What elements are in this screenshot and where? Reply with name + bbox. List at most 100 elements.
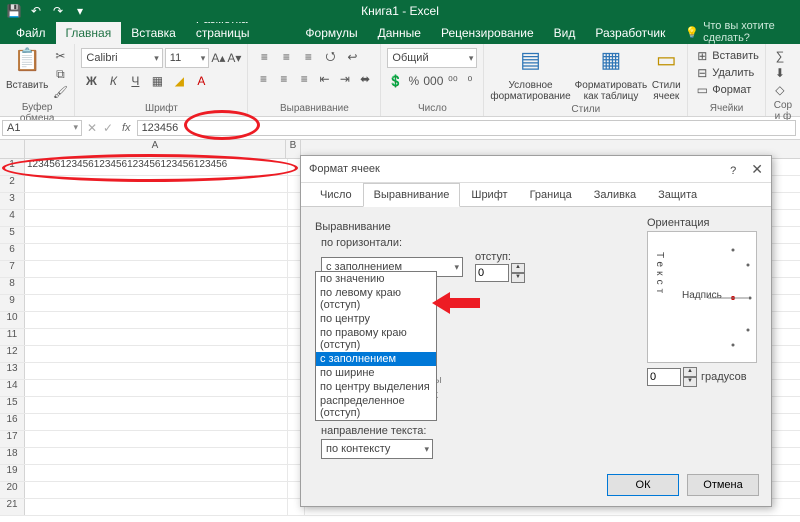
currency-icon[interactable]: 💲 bbox=[387, 72, 404, 90]
spin-down-icon[interactable]: ▼ bbox=[683, 377, 697, 387]
italic-icon[interactable]: К bbox=[103, 72, 123, 90]
dlg-tab-fill[interactable]: Заливка bbox=[583, 183, 647, 207]
row-header[interactable]: 7 bbox=[0, 261, 25, 277]
align-right-icon[interactable]: ≡ bbox=[295, 70, 313, 88]
row-header[interactable]: 18 bbox=[0, 448, 25, 464]
col-header[interactable]: B bbox=[286, 140, 301, 158]
option-center-sel[interactable]: по центру выделения bbox=[316, 380, 436, 394]
cell[interactable] bbox=[25, 448, 288, 464]
cell[interactable] bbox=[25, 414, 288, 430]
degrees-input[interactable] bbox=[647, 368, 681, 386]
col-header[interactable]: A bbox=[25, 140, 286, 158]
cell[interactable] bbox=[25, 210, 288, 226]
option-right[interactable]: по правому краю (отступ) bbox=[316, 326, 436, 352]
font-size-combo[interactable]: 11 bbox=[165, 48, 210, 68]
option-left[interactable]: по левому краю (отступ) bbox=[316, 286, 436, 312]
redo-icon[interactable]: ↷ bbox=[50, 3, 66, 19]
row-header[interactable]: 17 bbox=[0, 431, 25, 447]
indent-spinner[interactable]: ▲▼ bbox=[475, 263, 525, 283]
cell[interactable] bbox=[25, 261, 288, 277]
close-icon[interactable]: ✕ bbox=[751, 161, 763, 177]
percent-icon[interactable]: % bbox=[406, 72, 421, 90]
dlg-tab-protect[interactable]: Защита bbox=[647, 183, 708, 207]
row-header[interactable]: 19 bbox=[0, 465, 25, 481]
cell[interactable] bbox=[25, 363, 288, 379]
row-header[interactable]: 20 bbox=[0, 482, 25, 498]
align-center-icon[interactable]: ≡ bbox=[275, 70, 293, 88]
tell-me[interactable]: 💡 Что вы хотите сделать? bbox=[685, 20, 800, 44]
insert-cells-button[interactable]: ⊞Вставить bbox=[694, 48, 759, 64]
indent-input[interactable] bbox=[475, 264, 509, 282]
copy-icon[interactable]: ⧉ bbox=[52, 66, 68, 82]
row-header[interactable]: 1 bbox=[0, 159, 25, 175]
number-format-combo[interactable]: Общий bbox=[387, 48, 477, 68]
inc-decimal-icon[interactable]: ⁰⁰ bbox=[445, 72, 460, 90]
cut-icon[interactable]: ✂ bbox=[52, 48, 68, 64]
spin-up-icon[interactable]: ▲ bbox=[683, 367, 697, 377]
align-left-icon[interactable]: ≡ bbox=[254, 70, 272, 88]
orientation-icon[interactable]: ⭯ bbox=[320, 48, 340, 66]
tab-insert[interactable]: Вставка bbox=[121, 22, 186, 44]
row-header[interactable]: 8 bbox=[0, 278, 25, 294]
dec-decimal-icon[interactable]: ⁰ bbox=[462, 72, 477, 90]
cell[interactable] bbox=[25, 295, 288, 311]
wrap-text-icon[interactable]: ↩ bbox=[342, 48, 362, 66]
row-header[interactable]: 10 bbox=[0, 312, 25, 328]
fx-icon[interactable]: fx bbox=[116, 122, 137, 134]
cell[interactable] bbox=[25, 176, 288, 192]
tab-file[interactable]: Файл bbox=[6, 22, 56, 44]
tab-view[interactable]: Вид bbox=[544, 22, 586, 44]
ok-button[interactable]: ОК bbox=[607, 474, 679, 496]
row-header[interactable]: 11 bbox=[0, 329, 25, 345]
delete-cells-button[interactable]: ⊟Удалить bbox=[694, 65, 759, 81]
merge-icon[interactable]: ⬌ bbox=[356, 70, 374, 88]
increase-font-icon[interactable]: A▴ bbox=[211, 50, 225, 66]
align-top-icon[interactable]: ≡ bbox=[254, 48, 274, 66]
dlg-tab-font[interactable]: Шрифт bbox=[460, 183, 518, 207]
cell[interactable] bbox=[25, 465, 288, 481]
decrease-font-icon[interactable]: A▾ bbox=[227, 50, 241, 66]
font-name-combo[interactable]: Calibri bbox=[81, 48, 162, 68]
save-icon[interactable]: 💾 bbox=[6, 3, 22, 19]
indent-inc-icon[interactable]: ⇥ bbox=[336, 70, 354, 88]
fill-color-icon[interactable]: ◢ bbox=[169, 72, 189, 90]
clear-icon[interactable]: ◇ bbox=[772, 82, 788, 98]
row-header[interactable]: 14 bbox=[0, 380, 25, 396]
tab-data[interactable]: Данные bbox=[368, 22, 431, 44]
row-header[interactable]: 12 bbox=[0, 346, 25, 362]
option-dist[interactable]: распределенное (отступ) bbox=[316, 394, 436, 420]
format-painter-icon[interactable]: 🖌 bbox=[52, 84, 68, 100]
dlg-tab-border[interactable]: Граница bbox=[519, 183, 583, 207]
cell[interactable]: 123456123456123456123456123456123456 bbox=[25, 159, 288, 175]
cell[interactable] bbox=[25, 482, 288, 498]
direction-select[interactable]: по контексту bbox=[321, 439, 433, 459]
undo-icon[interactable]: ↶ bbox=[28, 3, 44, 19]
cell[interactable] bbox=[25, 278, 288, 294]
bold-icon[interactable]: Ж bbox=[81, 72, 101, 90]
cell-styles-button[interactable]: ▭Стили ячеек bbox=[651, 48, 681, 102]
qat-more-icon[interactable]: ▾ bbox=[72, 3, 88, 19]
conditional-formatting-button[interactable]: ▤Условное форматирование bbox=[490, 48, 570, 102]
cell[interactable] bbox=[25, 397, 288, 413]
option-fill[interactable]: с заполнением bbox=[316, 352, 436, 366]
tab-developer[interactable]: Разработчик bbox=[585, 22, 675, 44]
option-by-value[interactable]: по значению bbox=[316, 272, 436, 286]
row-header[interactable]: 4 bbox=[0, 210, 25, 226]
dlg-tab-align[interactable]: Выравнивание bbox=[363, 183, 461, 207]
format-as-table-button[interactable]: ▦Форматировать как таблицу bbox=[575, 48, 648, 102]
border-icon[interactable]: ▦ bbox=[147, 72, 167, 90]
align-middle-icon[interactable]: ≡ bbox=[276, 48, 296, 66]
orientation-control[interactable]: Текст Надпись bbox=[647, 231, 757, 363]
tab-home[interactable]: Главная bbox=[56, 22, 122, 44]
autosum-icon[interactable]: ∑ bbox=[772, 48, 788, 64]
comma-icon[interactable]: 000 bbox=[423, 72, 443, 90]
select-all-corner[interactable] bbox=[0, 140, 25, 158]
tab-review[interactable]: Рецензирование bbox=[431, 22, 544, 44]
cancel-formula-icon[interactable]: ✕ bbox=[84, 120, 100, 136]
underline-icon[interactable]: Ч bbox=[125, 72, 145, 90]
cell[interactable] bbox=[25, 499, 288, 515]
option-center[interactable]: по центру bbox=[316, 312, 436, 326]
formula-input[interactable]: 123456 bbox=[137, 120, 796, 136]
cell[interactable] bbox=[25, 227, 288, 243]
spin-down-icon[interactable]: ▼ bbox=[511, 273, 525, 283]
